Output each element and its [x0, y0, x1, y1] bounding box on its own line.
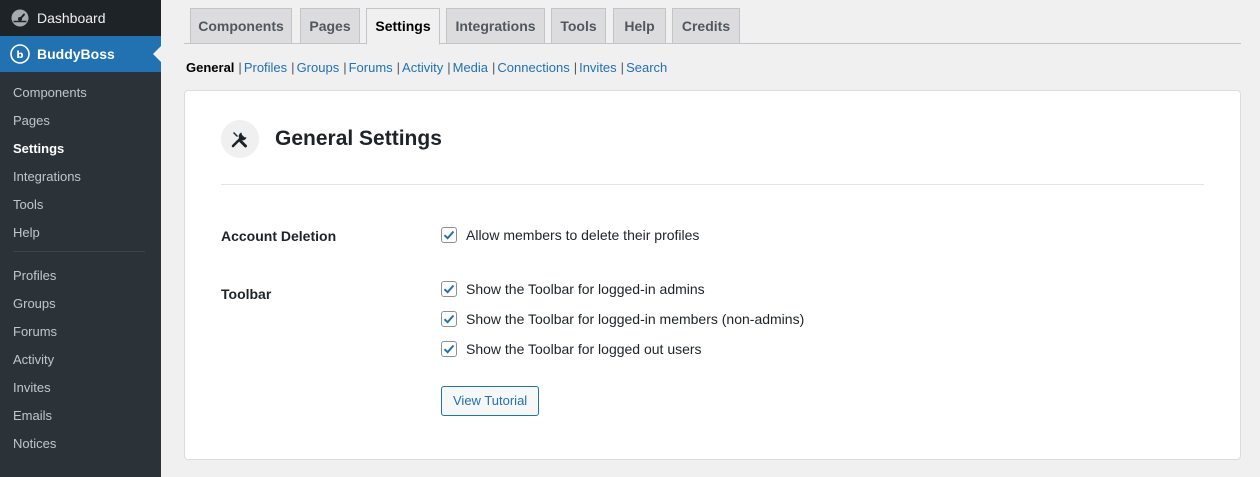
header-divider: [221, 184, 1204, 185]
buddyboss-submenu: Components Pages Settings Integrations T…: [0, 72, 161, 477]
submenu-tools[interactable]: Tools: [0, 191, 161, 219]
submenu-profiles[interactable]: Profiles: [0, 262, 161, 290]
toolbar-option-admins[interactable]: Show the Toolbar for logged-in admins: [441, 281, 705, 297]
subnav-groups[interactable]: Groups: [297, 60, 340, 75]
view-tutorial-button[interactable]: View Tutorial: [441, 386, 540, 416]
settings-tabs: Components Pages Settings Integrations T…: [184, 8, 1241, 45]
submenu-activity[interactable]: Activity: [0, 346, 161, 374]
svg-text:b: b: [16, 50, 23, 61]
menu-buddyboss[interactable]: b BuddyBoss: [0, 36, 161, 72]
subnav-search[interactable]: Search: [626, 60, 667, 75]
settings-subnav: General | Profiles | Groups | Forums | Activity |…: [186, 60, 668, 75]
tab-help[interactable]: Help: [613, 8, 666, 44]
submenu-settings[interactable]: Settings: [0, 135, 161, 163]
general-settings-card: General Settings Account Deletion Allow …: [184, 90, 1241, 460]
admin-sidebar: Dashboard b BuddyBoss Components Pages S…: [0, 0, 161, 477]
checkmark-icon: [443, 344, 455, 354]
submenu-integrations[interactable]: Integrations: [0, 163, 161, 191]
tab-tools[interactable]: Tools: [551, 8, 606, 44]
tab-integrations[interactable]: Integrations: [446, 8, 545, 44]
tools-icon: [221, 120, 259, 158]
subnav-profiles[interactable]: Profiles: [244, 60, 287, 75]
menu-buddyboss-label: BuddyBoss: [37, 46, 115, 62]
toolbar-logged-out-text: Show the Toolbar for logged out users: [466, 341, 702, 357]
submenu-components[interactable]: Components: [0, 79, 161, 107]
toolbar-option-members[interactable]: Show the Toolbar for logged-in members (…: [441, 311, 804, 327]
gauge-icon: [10, 8, 30, 28]
account-deletion-text: Allow members to delete their profiles: [466, 227, 700, 243]
submenu-invites[interactable]: Invites: [0, 374, 161, 402]
subnav-general[interactable]: General: [186, 60, 234, 75]
menu-dashboard-label: Dashboard: [37, 10, 106, 26]
buddyboss-logo-icon: b: [10, 44, 30, 64]
subnav-forums[interactable]: Forums: [349, 60, 393, 75]
toolbar-label: Toolbar: [221, 286, 272, 302]
subnav-invites[interactable]: Invites: [579, 60, 617, 75]
subnav-media[interactable]: Media: [453, 60, 488, 75]
toolbar-logged-out-checkbox[interactable]: [441, 341, 457, 357]
submenu-emails[interactable]: Emails: [0, 402, 161, 430]
card-title: General Settings: [275, 127, 442, 150]
account-deletion-option[interactable]: Allow members to delete their profiles: [441, 227, 699, 243]
toolbar-members-text: Show the Toolbar for logged-in members (…: [466, 311, 805, 327]
submenu-notices[interactable]: Notices: [0, 430, 161, 458]
checkmark-icon: [443, 284, 455, 294]
submenu-groups[interactable]: Groups: [0, 290, 161, 318]
tab-credits[interactable]: Credits: [672, 8, 740, 44]
menu-dashboard[interactable]: Dashboard: [0, 0, 161, 36]
subnav-connections[interactable]: Connections: [497, 60, 569, 75]
submenu-forums[interactable]: Forums: [0, 318, 161, 346]
tab-settings[interactable]: Settings: [366, 8, 440, 45]
submenu-divider: [13, 251, 145, 252]
account-deletion-checkbox[interactable]: [441, 227, 457, 243]
card-header: General Settings: [221, 120, 442, 158]
account-deletion-label: Account Deletion: [221, 228, 337, 244]
checkmark-icon: [443, 314, 455, 324]
toolbar-members-checkbox[interactable]: [441, 311, 457, 327]
checkmark-icon: [443, 230, 455, 240]
tab-pages[interactable]: Pages: [300, 8, 360, 44]
tab-components[interactable]: Components: [190, 8, 292, 44]
toolbar-admins-checkbox[interactable]: [441, 281, 457, 297]
subnav-activity[interactable]: Activity: [402, 60, 443, 75]
submenu-pages[interactable]: Pages: [0, 107, 161, 135]
submenu-help[interactable]: Help: [0, 219, 161, 247]
toolbar-option-logged-out[interactable]: Show the Toolbar for logged out users: [441, 341, 702, 357]
toolbar-admins-text: Show the Toolbar for logged-in admins: [466, 281, 705, 297]
